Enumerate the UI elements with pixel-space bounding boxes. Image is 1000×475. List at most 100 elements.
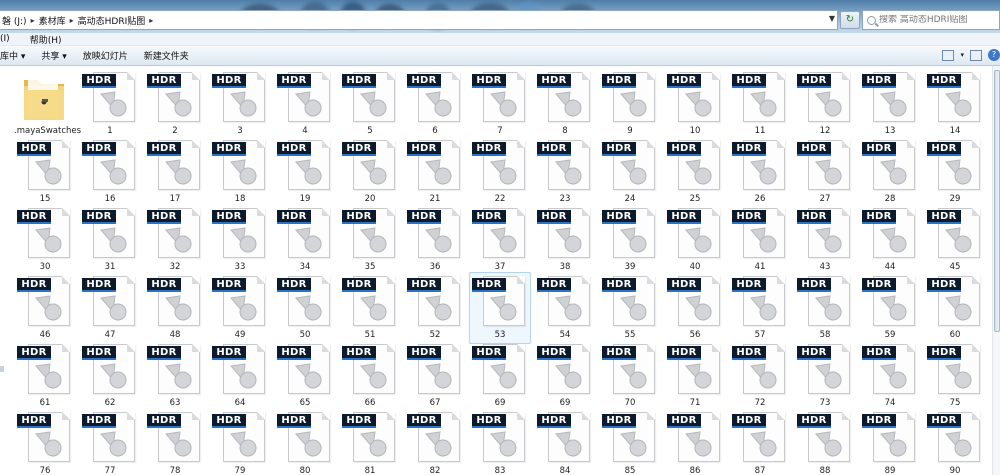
menu-item-help[interactable]: 帮助(H) (30, 33, 62, 46)
file-item[interactable]: HDR 1 (79, 68, 144, 138)
file-item[interactable]: HDR 5 (339, 68, 404, 138)
file-item[interactable]: HDR 85 (599, 408, 664, 475)
file-item[interactable]: HDR 22 (469, 136, 534, 206)
refresh-button[interactable]: ↻ (840, 11, 860, 29)
file-item[interactable]: HDR 52 (404, 272, 469, 342)
file-item[interactable]: HDR 50 (274, 272, 339, 342)
file-item[interactable]: HDR 17 (144, 136, 209, 206)
file-item[interactable]: HDR 64 (209, 340, 274, 410)
include-in-library-button[interactable]: 库中 ▾ (0, 49, 25, 62)
file-item[interactable]: HDR 71 (664, 340, 729, 410)
file-item[interactable]: HDR 47 (79, 272, 144, 342)
file-item[interactable]: HDR 81 (339, 408, 404, 475)
menu-item-tools[interactable]: (I) (0, 34, 10, 44)
file-item[interactable]: HDR 40 (664, 204, 729, 274)
file-item[interactable]: HDR 53 (469, 272, 534, 344)
file-item[interactable]: HDR 23 (534, 136, 599, 206)
breadcrumb-drive[interactable]: 磐 (J:) (2, 14, 27, 27)
breadcrumb-separator-icon[interactable]: ▸ (31, 16, 35, 25)
file-item[interactable]: HDR 46 (14, 272, 79, 342)
file-item[interactable]: HDR 56 (664, 272, 729, 342)
file-item[interactable]: HDR 70 (599, 340, 664, 410)
file-item[interactable]: HDR 87 (729, 408, 794, 475)
change-view-icon[interactable] (942, 49, 955, 61)
file-item[interactable]: HDR 31 (79, 204, 144, 274)
file-item[interactable]: HDR 89 (859, 408, 924, 475)
file-item[interactable]: HDR 77 (79, 408, 144, 475)
file-item[interactable]: HDR 35 (339, 204, 404, 274)
help-icon[interactable]: ? (988, 49, 1000, 61)
file-item[interactable]: HDR 12 (794, 68, 859, 138)
file-item[interactable]: HDR 66 (339, 340, 404, 410)
file-item[interactable]: HDR 7 (469, 68, 534, 138)
slideshow-button[interactable]: 放映幻灯片 (83, 49, 128, 62)
file-item[interactable]: HDR 54 (534, 272, 599, 342)
file-item[interactable]: HDR 21 (404, 136, 469, 206)
file-item[interactable]: HDR 74 (859, 340, 924, 410)
file-item[interactable]: HDR 63 (144, 340, 209, 410)
file-item[interactable]: HDR 2 (144, 68, 209, 138)
file-item[interactable]: HDR 19 (274, 136, 339, 206)
file-item[interactable]: HDR 43 (794, 204, 859, 274)
file-item[interactable]: HDR 65 (274, 340, 339, 410)
file-item[interactable]: HDR 79 (209, 408, 274, 475)
file-item[interactable]: HDR 61 (14, 340, 79, 410)
file-item[interactable]: HDR 26 (729, 136, 794, 206)
file-item[interactable]: HDR 80 (274, 408, 339, 475)
address-history-dropdown-icon[interactable]: ▼ (829, 14, 835, 23)
file-item[interactable]: HDR 33 (209, 204, 274, 274)
file-item[interactable]: HDR 75 (924, 340, 989, 410)
view-dropdown-icon[interactable]: ▾ (960, 51, 964, 59)
file-item[interactable]: HDR 49 (209, 272, 274, 342)
file-item[interactable]: HDR 6 (404, 68, 469, 138)
file-item[interactable]: HDR 18 (209, 136, 274, 206)
search-box[interactable] (862, 10, 1000, 30)
file-item[interactable]: HDR 73 (794, 340, 859, 410)
file-item[interactable]: HDR 15 (14, 136, 79, 206)
file-item[interactable]: HDR 24 (599, 136, 664, 206)
file-item[interactable]: HDR 29 (924, 136, 989, 206)
breadcrumb-separator-icon[interactable]: ▸ (70, 16, 74, 25)
share-button[interactable]: 共享 ▾ (41, 49, 66, 62)
file-item[interactable]: HDR 8 (534, 68, 599, 138)
file-item[interactable]: HDR 32 (144, 204, 209, 274)
address-bar[interactable]: 磐 (J:) ▸ 素材库 ▸ 高动态HDRI贴图 ▸ ▼ (0, 10, 838, 30)
file-item[interactable]: HDR 69 (469, 340, 534, 410)
new-folder-button[interactable]: 新建文件夹 (144, 49, 189, 62)
scrollbar-thumb[interactable] (994, 70, 1000, 332)
file-item[interactable]: HDR 13 (859, 68, 924, 138)
file-item[interactable]: HDR 82 (404, 408, 469, 475)
file-item[interactable]: HDR 58 (794, 272, 859, 342)
file-item[interactable]: HDR 34 (274, 204, 339, 274)
file-item[interactable]: HDR 88 (794, 408, 859, 475)
file-item[interactable]: HDR 37 (469, 204, 534, 274)
file-item[interactable]: HDR 39 (599, 204, 664, 274)
file-item[interactable]: HDR 90 (924, 408, 989, 475)
file-item[interactable]: HDR 38 (534, 204, 599, 274)
file-list-view[interactable]: .mayaSwatches HDR 1 HDR 2 HDR 3 HDR 4 HDR 5 HDR 6 HDR… (0, 66, 1000, 475)
search-input[interactable] (879, 15, 995, 25)
preview-pane-icon[interactable] (970, 49, 982, 61)
file-item[interactable]: HDR 44 (859, 204, 924, 274)
file-item[interactable]: HDR 45 (924, 204, 989, 274)
file-item[interactable]: HDR 78 (144, 408, 209, 475)
file-item[interactable]: HDR 11 (729, 68, 794, 138)
file-item[interactable]: HDR 3 (209, 68, 274, 138)
file-item[interactable]: HDR 67 (404, 340, 469, 410)
file-item[interactable]: HDR 51 (339, 272, 404, 342)
file-item[interactable]: HDR 83 (469, 408, 534, 475)
breadcrumb-library[interactable]: 素材库 (39, 14, 66, 27)
file-item[interactable]: HDR 84 (534, 408, 599, 475)
file-item[interactable]: HDR 25 (664, 136, 729, 206)
file-item[interactable]: HDR 4 (274, 68, 339, 138)
file-item[interactable]: HDR 16 (79, 136, 144, 206)
file-item[interactable]: HDR 9 (599, 68, 664, 138)
file-item[interactable]: HDR 41 (729, 204, 794, 274)
file-item[interactable]: HDR 28 (859, 136, 924, 206)
breadcrumb-separator-icon[interactable]: ▸ (149, 16, 153, 25)
file-item[interactable]: HDR 27 (794, 136, 859, 206)
file-item[interactable]: HDR 76 (14, 408, 79, 475)
file-item[interactable]: HDR 30 (14, 204, 79, 274)
file-item[interactable]: HDR 55 (599, 272, 664, 342)
breadcrumb-hdri-folder[interactable]: 高动态HDRI贴图 (78, 14, 146, 27)
